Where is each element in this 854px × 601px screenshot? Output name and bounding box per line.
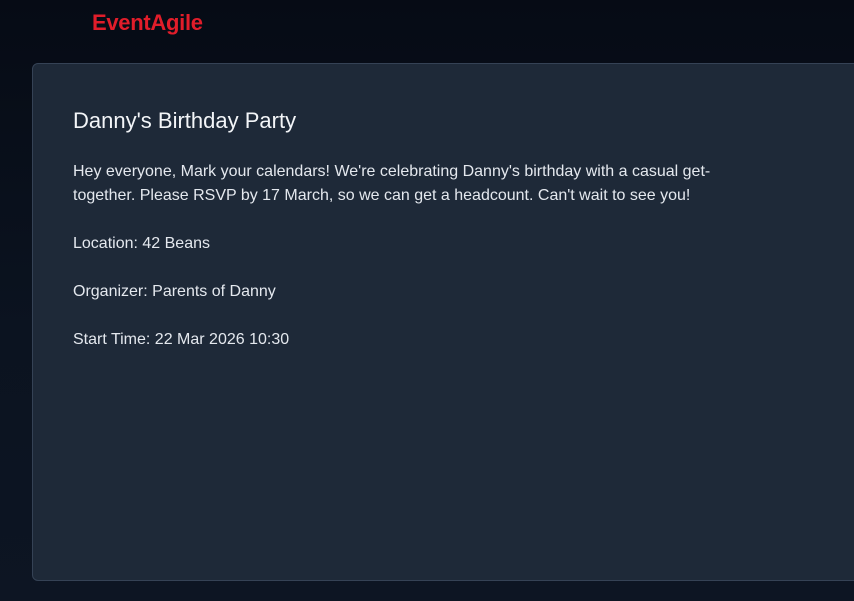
brand-logo[interactable]: EventAgile	[92, 9, 203, 37]
event-location: Location: 42 Beans	[73, 235, 210, 252]
event-start-time: Start Time: 22 Mar 2026 10:30	[73, 331, 290, 348]
event-organizer: Organizer: Parents of Danny	[73, 283, 276, 300]
page: EventAgile Danny's Birthday Party Hey ev…	[0, 0, 854, 601]
event-card	[32, 63, 854, 581]
event-description: Hey everyone, Mark your calendars! We're…	[73, 163, 711, 204]
event-title: Danny's Birthday Party	[73, 108, 297, 133]
